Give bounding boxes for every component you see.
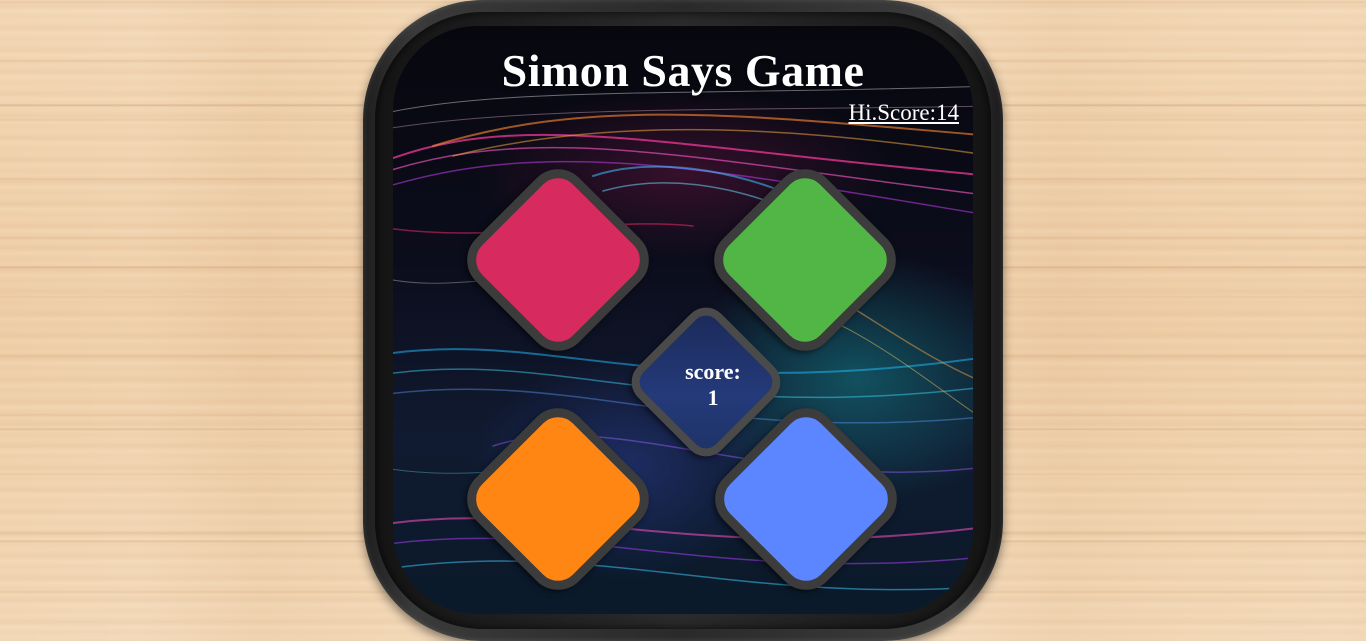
game-screen: Simon Says Game Hi.Score:14 score: 1: [393, 26, 973, 614]
game-device-frame: Simon Says Game Hi.Score:14 score: 1: [363, 0, 1003, 641]
score-value: 1: [707, 385, 719, 410]
score-display: score: 1: [646, 359, 780, 411]
score-label: score:: [685, 359, 741, 384]
game-title: Simon Says Game: [501, 45, 865, 96]
hiscore-link[interactable]: Hi.Score:14: [848, 100, 959, 126]
